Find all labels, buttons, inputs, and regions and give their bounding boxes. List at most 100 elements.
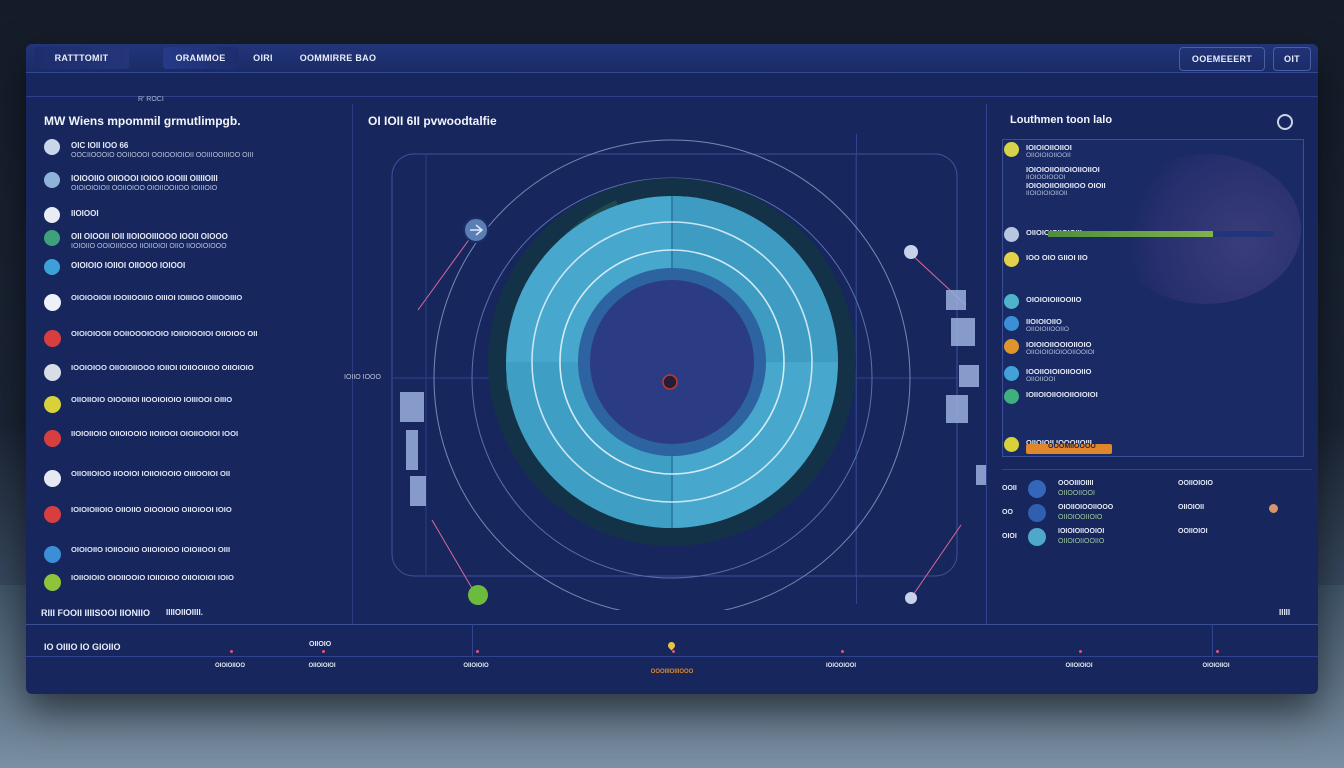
alert-icon [44, 430, 61, 447]
timeline-axis [26, 656, 1318, 657]
alert-icon [1004, 339, 1019, 354]
drop-icon [44, 207, 60, 223]
timeline-tick-label[interactable]: OIOIOIIOI [1202, 663, 1229, 669]
status-item-title: IOOIIOIOIOIIOOIIO [1026, 367, 1092, 376]
status-list-item[interactable]: IOIOIOIIOOIOIIOIO OIIOIOIOIOIOOIIOOIOI [1004, 339, 1304, 356]
globe-icon [44, 546, 61, 563]
timeline-marker [476, 650, 479, 653]
left-list-item-title: OIC IOII IOO 66 [71, 141, 129, 150]
grid-line [352, 104, 353, 624]
alert-icon [44, 330, 61, 347]
timeline-caption: RIII FOOII IIIISOOI IIONIIO [41, 608, 151, 618]
timeline-tick-label[interactable]: OOOIIIOIIIOOO [651, 669, 694, 675]
status-list-item[interactable]: IOIOIOIIOIIOI OIIOIOIOIIOOII [1004, 142, 1304, 159]
legend-prefix: OOII [1002, 485, 1017, 492]
status-item-title: IOIOIOIIOIIOI [1026, 143, 1072, 152]
legend-subtitle: OIIOIOIIOOIIO [1058, 538, 1105, 545]
progress-bar [1048, 231, 1274, 237]
status-item-subtitle: OIIOIOIOIIOOII [1026, 152, 1071, 159]
timeline-tick [472, 624, 473, 656]
status-item-title: IOIOIOIIOIIOIOIIOIIOI [1026, 165, 1100, 174]
pin-icon[interactable] [666, 640, 677, 651]
leaf-icon [44, 230, 60, 246]
left-panel-caption: R’ ROCI [138, 96, 164, 103]
timeline-marker [230, 650, 233, 653]
status-list-item[interactable]: IOIOIOIIOIIOIOIIOIIOI IIOIOOIOOOI [1004, 164, 1304, 181]
left-list-item[interactable]: OIC IOII IOO 66 OOCIIOOOIO OOIIOOOI OOIOO… [44, 139, 344, 159]
timeline-marker [1216, 650, 1219, 653]
legend-value: OOIIOIOI [1178, 528, 1208, 535]
alert-icon [44, 506, 61, 523]
highlight-label: OOOMIIOOOO [1048, 443, 1096, 450]
status-item-subtitle: OIIOIOIIOOIIO [1026, 326, 1069, 333]
legend-prefix: OO [1002, 509, 1013, 516]
grid-line [986, 104, 987, 624]
tab-home[interactable]: RATTTOMIT [34, 47, 129, 69]
status-item-title: IIOIOIOIIO [1026, 317, 1062, 326]
cloud-icon [44, 364, 61, 381]
timeline-tick [1212, 624, 1213, 656]
timeline-tick-label[interactable]: OIIOIOIOI [308, 663, 335, 669]
left-list-item[interactable]: OII OIOOII IOII IIOIOOIIIOOO IOOII OIOOO… [44, 230, 344, 250]
status-list-item[interactable]: IOOIIOIOIOIIOOIIO OIIOIIOOI [1004, 366, 1304, 383]
timeline-count: IIIII [1279, 608, 1291, 617]
status-item-subtitle: OIIOIIOOI [1026, 376, 1056, 383]
status-list-item[interactable]: IOIOIOIIOIIOIIOO OIOII IIOIOIOIOIIOII [1004, 180, 1304, 197]
left-list-item[interactable]: OIOIOIO IOIIOI OIIOOO IOIOOI [44, 259, 344, 275]
left-panel-title: MW Wiens mpommil grmutlimpgb. [44, 114, 241, 128]
timeline-tick-label[interactable]: OIOIOIIOO [215, 663, 245, 669]
drop-icon [44, 294, 61, 311]
legend-title: OOOIIIOIIII [1058, 480, 1094, 487]
exit-button[interactable]: OIT [1273, 47, 1311, 71]
status-item-subtitle: OIIOIOIOIOIOOIIOOIOI [1026, 349, 1095, 356]
axis-side-label: IOIIO IOOO [344, 374, 381, 381]
left-list-item-subtitle: OIOIOIOIOII OOIIOIOO OIOIIOOIIOO IOIIIOI… [71, 185, 218, 192]
left-paragraph: IOIOIOIIOIO OIIOIIO OIOOIOIO OIIOIOOI IO… [71, 505, 232, 514]
sun-icon [1004, 437, 1019, 452]
info-icon [1004, 227, 1019, 242]
cloud-icon [44, 172, 60, 188]
status-item-subtitle: IIOIOIOIOIIOII [1026, 190, 1068, 197]
sun-icon [1004, 142, 1019, 157]
dashboard-window: RATTTOMIT ORAMMOE OIRI OOMMIRRE BAO OOEM… [26, 44, 1318, 694]
info-icon [1004, 389, 1019, 404]
tab-oiri[interactable]: OIRI [244, 47, 282, 69]
timeline-marker [322, 650, 325, 653]
radial-chart [391, 139, 986, 610]
status-list-item[interactable]: OIOIOIOIIOOIIO [1004, 294, 1304, 310]
timeline-tick-label[interactable]: IOIOOIOOI [826, 663, 856, 669]
timeline-tick-label[interactable]: OIIOIOIOI [1065, 663, 1092, 669]
divider [1002, 469, 1312, 470]
left-list-item-subtitle: OOCIIOOOIO OOIIOOOI OOIOOIOIOII OOIIIOOI… [71, 152, 254, 159]
status-dot [1269, 504, 1278, 513]
status-list-item[interactable]: IIOIOIOIIO OIIOIOIIOOIIO [1004, 316, 1304, 333]
tab-overview[interactable]: ORAMMOE [163, 47, 238, 69]
export-button[interactable]: OOEMEEERT [1179, 47, 1265, 71]
legend-swatch-icon [1028, 480, 1046, 498]
legend-swatch-icon [1028, 504, 1046, 522]
legend-subtitle: OIIOIOOIIOIO [1058, 514, 1103, 521]
legend-value: OIIOIOII [1178, 504, 1205, 511]
legend-title: OIOIIOIOOIIOOO [1058, 504, 1114, 511]
right-panel-title: Louthmen toon lalo [1010, 114, 1113, 126]
left-paragraph: OIIOIIOIO OIOOIIOI IIOOIOIOIO IOIIIOOI O… [71, 395, 233, 404]
legend-swatch-icon [1028, 528, 1046, 546]
settings-icon[interactable] [1277, 114, 1293, 130]
timeline-tick-label[interactable]: OIIOIOIO [463, 663, 488, 669]
timeline-marker [1079, 650, 1082, 653]
left-paragraph: IOIIOIOIO OIOIIOOIO IOIIOIOO OIIOIOIOI I… [71, 573, 234, 582]
left-list-item[interactable]: IIOIOOI [44, 207, 344, 223]
left-list-item-title: OII OIOOII IOII IIOIOOIIIOOO IOOII OIOOO [71, 232, 228, 241]
left-list-item[interactable]: IOIOOIIO OIIOOOI IOIOO IOOIII OIIIIOIII O… [44, 172, 344, 192]
left-list-item-title: OIOIOIO IOIIOI OIIOOO IOIOOI [71, 261, 186, 270]
legend-title: IOIOIOIIOOIOI [1058, 528, 1105, 535]
sun-icon [44, 396, 61, 413]
tab-dashboard[interactable]: OOMMIRRE BAO [288, 47, 388, 69]
timeline-caption-2: IIIIOIIOIIII. [166, 608, 203, 617]
status-list-item[interactable]: IOO OIO GIIOI IIO [1004, 252, 1304, 268]
status-item-title: IOIOIOIIOIIOIIOO OIOII [1026, 181, 1106, 190]
info-icon [44, 139, 60, 155]
left-list-item-title: IIOIOOI [71, 209, 99, 218]
status-list-item[interactable]: IOIIOIOIIOIOIIOIOIOI [1004, 389, 1304, 405]
progress-fill [1048, 231, 1213, 237]
